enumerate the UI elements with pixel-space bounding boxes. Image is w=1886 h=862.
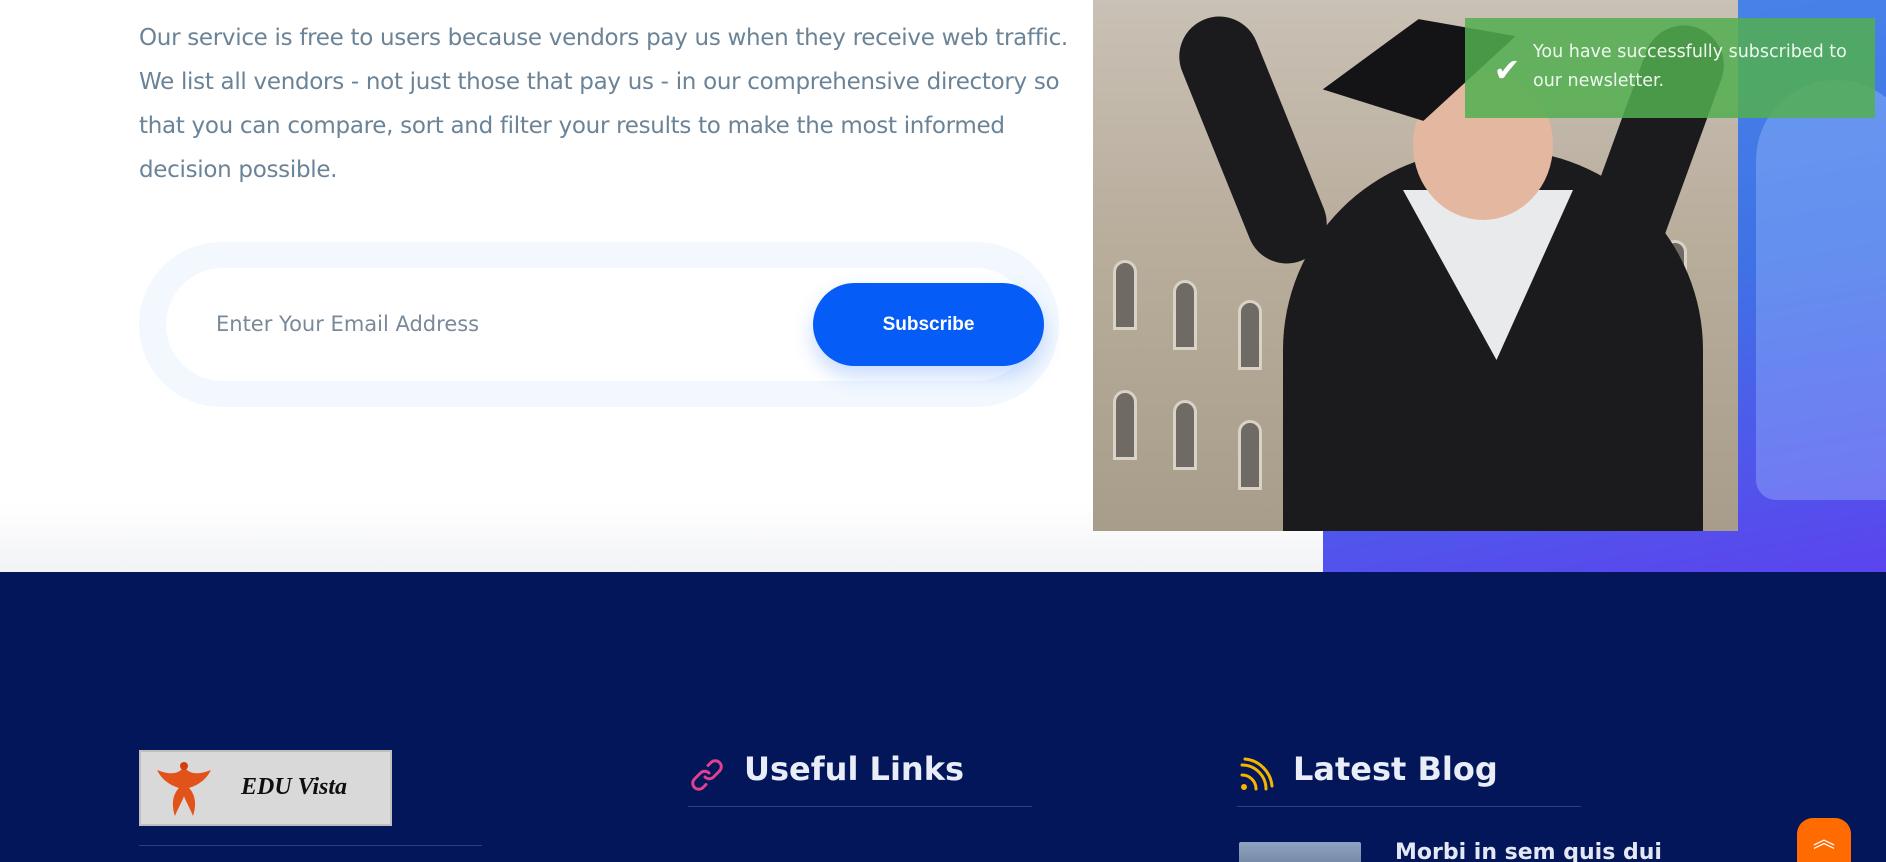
divider	[139, 845, 482, 846]
intro-line: Our service is free to users because ven…	[139, 25, 1068, 51]
newsletter-intro: Our service is free to users because ven…	[139, 16, 1069, 192]
site-logo[interactable]: EDU Vista	[139, 750, 392, 826]
intro-line: that you can compare, sort and filter yo…	[139, 113, 1005, 139]
intro-line: We list all vendors - not just those tha…	[139, 69, 1060, 95]
phoenix-logo-icon	[157, 762, 211, 816]
double-chevron-up-icon: ︽	[1812, 827, 1835, 852]
divider	[1237, 806, 1581, 807]
intro-line: decision possible.	[139, 157, 338, 183]
check-icon: ✔	[1493, 52, 1521, 88]
subscribe-form-pill: Subscribe	[166, 268, 1044, 381]
blog-post-title[interactable]: Morbi in sem quis dui	[1395, 840, 1662, 862]
site-footer: EDU Vista Useful Links Latest Blog Morbi…	[0, 572, 1886, 862]
useful-links-heading: Useful Links	[744, 750, 965, 788]
latest-blog-heading: Latest Blog	[1293, 750, 1498, 788]
rss-icon	[1240, 757, 1274, 791]
background-figure	[1756, 80, 1886, 500]
divider	[688, 806, 1032, 807]
building-window	[1238, 420, 1262, 490]
scroll-to-top-button[interactable]: ︽	[1797, 818, 1851, 862]
building-window	[1238, 300, 1262, 370]
subscribe-form: Subscribe	[139, 242, 1059, 407]
building-window	[1173, 280, 1197, 350]
subscribe-button[interactable]: Subscribe	[813, 283, 1044, 366]
graduate-arm	[1167, 4, 1339, 276]
building-window	[1113, 390, 1137, 460]
email-field[interactable]	[216, 294, 736, 354]
building-window	[1113, 260, 1137, 330]
link-icon	[691, 759, 723, 791]
toast-message: You have successfully subscribed to our …	[1533, 42, 1847, 91]
building-window	[1173, 400, 1197, 470]
blog-thumbnail[interactable]	[1239, 842, 1361, 862]
success-toast: ✔ You have successfully subscribed to ou…	[1465, 18, 1875, 118]
logo-wordmark: EDU Vista	[241, 774, 348, 800]
